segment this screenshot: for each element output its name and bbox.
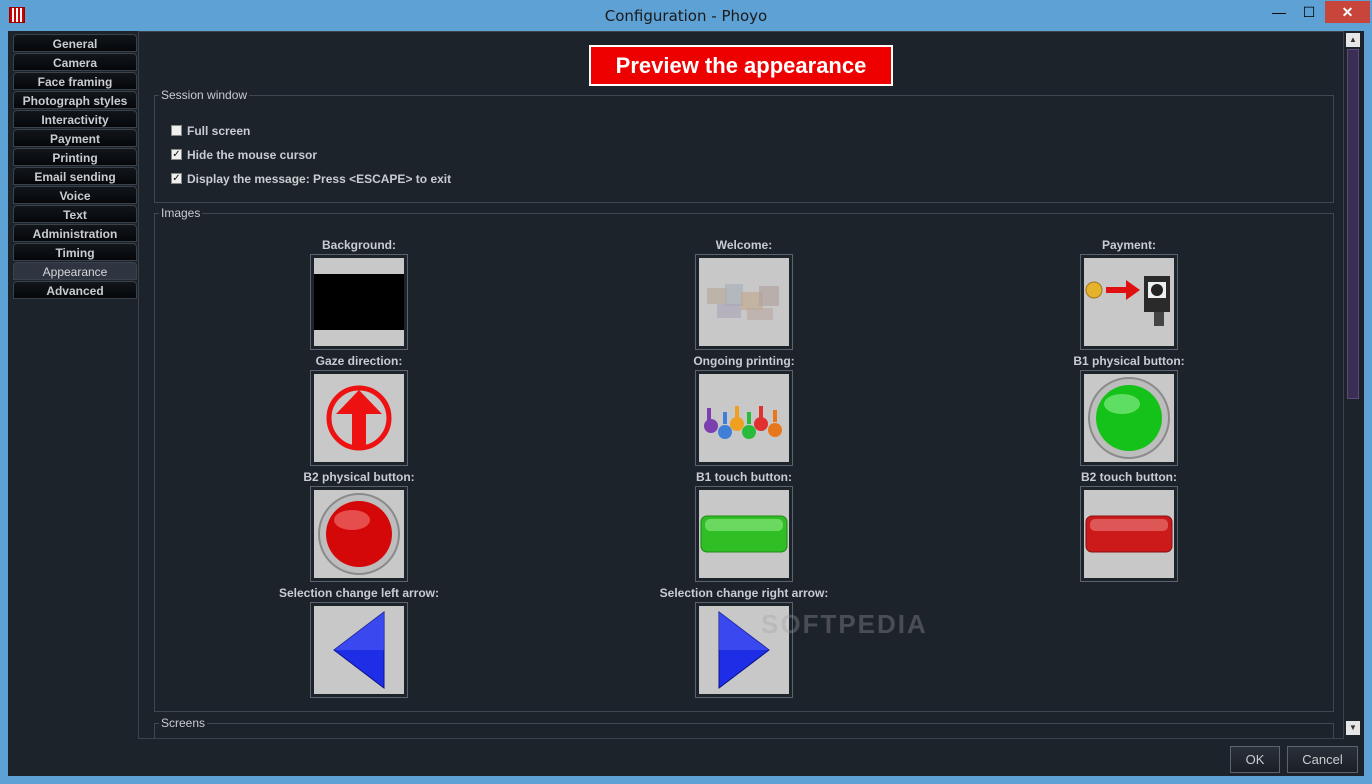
ok-button[interactable]: OK (1230, 746, 1280, 773)
vertical-scrollbar[interactable]: ▲ ▼ (1344, 31, 1362, 739)
tab-voice[interactable]: Voice (13, 186, 137, 204)
session-window-title: Session window (159, 88, 250, 102)
b1-touch-button-image-button[interactable] (695, 486, 793, 582)
gaze-direction-label: Gaze direction: (315, 354, 403, 368)
welcome-image-button[interactable] (695, 254, 793, 350)
faded-collage-thumbnail-icon (699, 258, 789, 346)
blue-left-arrow-thumbnail-icon (314, 606, 404, 694)
b1-touch-button-label: B1 touch button: (696, 470, 792, 484)
green-bar-button-thumbnail-icon (699, 490, 789, 578)
hide-cursor-label: Hide the mouse cursor (187, 148, 318, 162)
red-bar-button-thumbnail-icon (1084, 490, 1174, 578)
left-arrow-image-item: Selection change left arrow: (259, 586, 459, 698)
b2-touch-button-image-item: B2 touch button: (1029, 470, 1229, 582)
black-rectangle-thumbnail-icon (314, 258, 404, 346)
escape-message-checkbox[interactable]: ✓ (171, 173, 182, 184)
full-screen-label: Full screen (187, 124, 251, 138)
b1-physical-button-image-button[interactable] (1080, 370, 1178, 466)
tab-payment[interactable]: Payment (13, 129, 137, 147)
session-window-group: Session window Full screen ✓ Hide the mo… (154, 88, 1334, 203)
ongoing-printing-image-button[interactable] (695, 370, 793, 466)
red-up-arrow-thumbnail-icon (314, 374, 404, 462)
tab-interactivity[interactable]: Interactivity (13, 110, 137, 128)
window-title: Configuration - Phoyo (604, 7, 768, 25)
full-screen-checkbox[interactable] (171, 125, 182, 136)
right-arrow-image-item: Selection change right arrow: (644, 586, 844, 698)
tab-general[interactable]: General (13, 34, 137, 52)
cancel-button[interactable]: Cancel (1287, 746, 1358, 773)
images-group: Images Background: Welcome: Payment: Gaz… (154, 206, 1334, 712)
title-bar: Configuration - Phoyo — ☐ ✕ (0, 0, 1372, 31)
maximize-button[interactable]: ☐ (1294, 1, 1324, 23)
b1-touch-button-image-item: B1 touch button: (644, 470, 844, 582)
b2-physical-button-image-item: B2 physical button: (259, 470, 459, 582)
tab-face-framing[interactable]: Face framing (13, 72, 137, 90)
tab-appearance[interactable]: Appearance (13, 262, 137, 280)
tab-text[interactable]: Text (13, 205, 137, 223)
scroll-up-icon[interactable]: ▲ (1346, 33, 1360, 47)
background-image-button[interactable] (310, 254, 408, 350)
escape-message-label: Display the message: Press <ESCAPE> to e… (187, 172, 452, 186)
appearance-panel: Preview the appearance Session window Fu… (138, 31, 1344, 739)
running-gears-thumbnail-icon (699, 374, 789, 462)
screens-group: Screens (154, 716, 1334, 738)
tab-advanced[interactable]: Advanced (13, 281, 137, 299)
background-image-item: Background: (259, 238, 459, 350)
preview-appearance-button[interactable]: Preview the appearance (589, 45, 893, 86)
b2-touch-button-label: B2 touch button: (1081, 470, 1177, 484)
coin-arrow-machine-thumbnail-icon (1084, 258, 1174, 346)
green-round-button-thumbnail-icon (1084, 374, 1174, 462)
tab-email-sending[interactable]: Email sending (13, 167, 137, 185)
payment-label: Payment: (1101, 238, 1157, 252)
scroll-down-icon[interactable]: ▼ (1346, 721, 1360, 735)
gaze-direction-image-button[interactable] (310, 370, 408, 466)
tab-camera[interactable]: Camera (13, 53, 137, 71)
red-round-button-thumbnail-icon (314, 490, 404, 578)
tab-timing[interactable]: Timing (13, 243, 137, 261)
b1-physical-button-label: B1 physical button: (1073, 354, 1185, 368)
tab-administration[interactable]: Administration (13, 224, 137, 242)
welcome-image-item: Welcome: (644, 238, 844, 350)
scroll-thumb[interactable] (1347, 49, 1359, 399)
screens-title: Screens (159, 716, 208, 730)
gaze-direction-image-item: Gaze direction: (259, 354, 459, 466)
ongoing-printing-image-item: Ongoing printing: (644, 354, 844, 466)
tab-photograph-styles[interactable]: Photograph styles (13, 91, 137, 109)
b2-touch-button-image-button[interactable] (1080, 486, 1178, 582)
close-button[interactable]: ✕ (1325, 1, 1370, 23)
left-arrow-image-button[interactable] (310, 602, 408, 698)
images-title: Images (159, 206, 203, 220)
hide-cursor-checkbox[interactable]: ✓ (171, 149, 182, 160)
right-arrow-label: Selection change right arrow: (659, 586, 829, 600)
background-label: Background: (321, 238, 396, 252)
welcome-label: Welcome: (715, 238, 773, 252)
minimize-button[interactable]: — (1264, 1, 1294, 23)
dialog-client: General Camera Face framing Photograph s… (8, 31, 1364, 776)
left-arrow-label: Selection change left arrow: (278, 586, 440, 600)
tab-sidebar: General Camera Face framing Photograph s… (10, 31, 139, 739)
tab-printing[interactable]: Printing (13, 148, 137, 166)
payment-image-item: Payment: (1029, 238, 1229, 350)
payment-image-button[interactable] (1080, 254, 1178, 350)
b2-physical-button-image-button[interactable] (310, 486, 408, 582)
watermark: SOFTPEDIA (761, 609, 928, 639)
ongoing-printing-label: Ongoing printing: (693, 354, 795, 368)
b2-physical-button-label: B2 physical button: (303, 470, 415, 484)
b1-physical-button-image-item: B1 physical button: (1029, 354, 1229, 466)
